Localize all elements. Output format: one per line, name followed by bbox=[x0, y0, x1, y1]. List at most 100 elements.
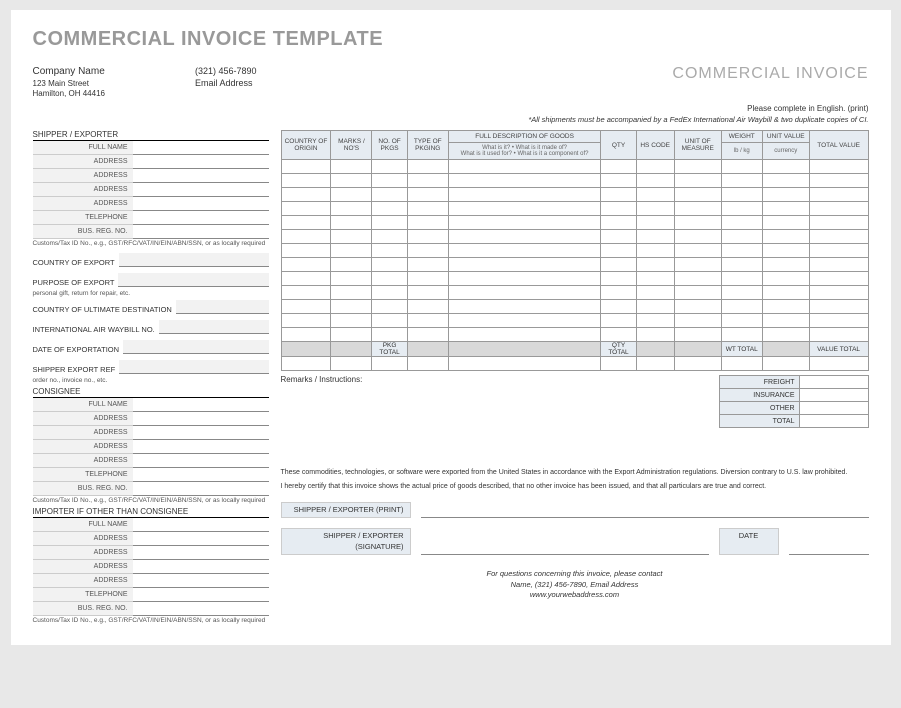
goods-cell[interactable] bbox=[281, 202, 331, 216]
goods-cell[interactable] bbox=[448, 300, 601, 314]
shipper-input-0[interactable] bbox=[133, 141, 269, 155]
goods-cell[interactable] bbox=[636, 244, 674, 258]
goods-cell[interactable] bbox=[448, 258, 601, 272]
goods-cell[interactable] bbox=[674, 300, 721, 314]
goods-cell[interactable] bbox=[762, 230, 809, 244]
goods-cell[interactable] bbox=[809, 244, 868, 258]
goods-cell[interactable] bbox=[674, 286, 721, 300]
goods-cell[interactable] bbox=[448, 174, 601, 188]
goods-cell[interactable] bbox=[407, 328, 448, 342]
goods-cell[interactable] bbox=[448, 188, 601, 202]
goods-cell[interactable] bbox=[331, 314, 372, 328]
goods-cell[interactable] bbox=[407, 230, 448, 244]
goods-cell[interactable] bbox=[448, 286, 601, 300]
goods-cell[interactable] bbox=[407, 202, 448, 216]
goods-cell[interactable] bbox=[809, 216, 868, 230]
shipper-input-1[interactable] bbox=[133, 155, 269, 169]
goods-cell[interactable] bbox=[372, 160, 407, 174]
goods-cell[interactable] bbox=[636, 188, 674, 202]
goods-cell[interactable] bbox=[281, 300, 331, 314]
goods-cell[interactable] bbox=[407, 272, 448, 286]
goods-cell[interactable] bbox=[674, 230, 721, 244]
goods-cell[interactable] bbox=[674, 328, 721, 342]
goods-cell[interactable] bbox=[601, 202, 636, 216]
goods-cell[interactable] bbox=[281, 230, 331, 244]
goods-cell[interactable] bbox=[762, 188, 809, 202]
goods-cell[interactable] bbox=[331, 230, 372, 244]
goods-cell[interactable] bbox=[809, 328, 868, 342]
goods-cell[interactable] bbox=[674, 188, 721, 202]
goods-cell[interactable] bbox=[331, 188, 372, 202]
goods-cell[interactable] bbox=[721, 286, 762, 300]
goods-cell[interactable] bbox=[281, 216, 331, 230]
goods-cell[interactable] bbox=[331, 174, 372, 188]
consignee-input-1[interactable] bbox=[133, 412, 269, 426]
goods-cell[interactable] bbox=[448, 202, 601, 216]
goods-cell[interactable] bbox=[281, 188, 331, 202]
goods-cell[interactable] bbox=[721, 202, 762, 216]
goods-cell[interactable] bbox=[448, 328, 601, 342]
goods-cell[interactable] bbox=[372, 272, 407, 286]
goods-cell[interactable] bbox=[809, 314, 868, 328]
shipper-input-4[interactable] bbox=[133, 197, 269, 211]
goods-cell[interactable] bbox=[636, 286, 674, 300]
goods-cell[interactable] bbox=[636, 300, 674, 314]
goods-cell[interactable] bbox=[762, 300, 809, 314]
goods-cell[interactable] bbox=[674, 216, 721, 230]
consignee-input-6[interactable] bbox=[133, 482, 269, 496]
goods-cell[interactable] bbox=[762, 328, 809, 342]
importer-input-6[interactable] bbox=[133, 602, 269, 616]
goods-cell[interactable] bbox=[448, 216, 601, 230]
goods-cell[interactable] bbox=[601, 258, 636, 272]
goods-cell[interactable] bbox=[448, 160, 601, 174]
goods-cell[interactable] bbox=[407, 188, 448, 202]
goods-cell[interactable] bbox=[372, 314, 407, 328]
goods-cell[interactable] bbox=[601, 286, 636, 300]
importer-input-4[interactable] bbox=[133, 574, 269, 588]
print-input[interactable] bbox=[421, 502, 869, 519]
goods-cell[interactable] bbox=[721, 160, 762, 174]
shipper-ref-input[interactable] bbox=[119, 360, 268, 374]
goods-cell[interactable] bbox=[636, 202, 674, 216]
goods-cell[interactable] bbox=[331, 300, 372, 314]
country-export-input[interactable] bbox=[119, 253, 269, 267]
goods-cell[interactable] bbox=[331, 258, 372, 272]
goods-cell[interactable] bbox=[636, 328, 674, 342]
goods-cell[interactable] bbox=[809, 188, 868, 202]
goods-cell[interactable] bbox=[331, 160, 372, 174]
goods-cell[interactable] bbox=[762, 174, 809, 188]
goods-cell[interactable] bbox=[601, 216, 636, 230]
goods-cell[interactable] bbox=[674, 244, 721, 258]
goods-cell[interactable] bbox=[372, 300, 407, 314]
date-export-input[interactable] bbox=[123, 340, 268, 354]
goods-cell[interactable] bbox=[762, 286, 809, 300]
goods-cell[interactable] bbox=[601, 230, 636, 244]
ultimate-dest-input[interactable] bbox=[176, 300, 269, 314]
goods-cell[interactable] bbox=[601, 160, 636, 174]
goods-cell[interactable] bbox=[281, 258, 331, 272]
importer-input-2[interactable] bbox=[133, 546, 269, 560]
goods-cell[interactable] bbox=[407, 258, 448, 272]
goods-cell[interactable] bbox=[762, 160, 809, 174]
goods-cell[interactable] bbox=[762, 272, 809, 286]
goods-cell[interactable] bbox=[601, 328, 636, 342]
goods-cell[interactable] bbox=[372, 258, 407, 272]
goods-cell[interactable] bbox=[448, 244, 601, 258]
goods-cell[interactable] bbox=[331, 216, 372, 230]
consignee-input-5[interactable] bbox=[133, 468, 269, 482]
goods-cell[interactable] bbox=[721, 272, 762, 286]
goods-cell[interactable] bbox=[281, 244, 331, 258]
goods-cell[interactable] bbox=[407, 160, 448, 174]
goods-cell[interactable] bbox=[809, 300, 868, 314]
goods-cell[interactable] bbox=[331, 328, 372, 342]
insurance-value[interactable] bbox=[799, 389, 868, 402]
goods-cell[interactable] bbox=[407, 244, 448, 258]
goods-cell[interactable] bbox=[448, 272, 601, 286]
date-input[interactable] bbox=[789, 528, 869, 555]
goods-cell[interactable] bbox=[762, 314, 809, 328]
goods-cell[interactable] bbox=[601, 272, 636, 286]
goods-cell[interactable] bbox=[601, 244, 636, 258]
freight-value[interactable] bbox=[799, 376, 868, 389]
goods-cell[interactable] bbox=[762, 258, 809, 272]
shipper-input-3[interactable] bbox=[133, 183, 269, 197]
